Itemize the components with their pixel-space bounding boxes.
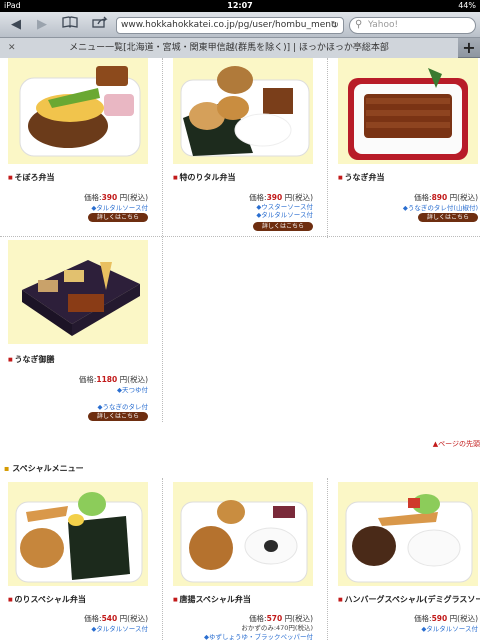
- item-note: ◆天つゆ付: [117, 386, 148, 394]
- details-button[interactable]: 詳しくはこちら: [418, 213, 478, 222]
- url-field[interactable]: www.hokkahokkatei.co.jp/pg/user/hombu_me…: [116, 17, 344, 34]
- item-name: うなぎ弁当: [338, 172, 384, 183]
- product-image: [338, 58, 478, 164]
- row-divider: [0, 236, 480, 237]
- column-divider: [327, 58, 328, 238]
- product-image: [173, 482, 313, 586]
- item-note: ◆タルタルソース付: [256, 211, 313, 219]
- item-note: ◆うなぎのタレ付(山椒付): [402, 204, 478, 212]
- search-field[interactable]: ⚲ Yahoo!: [349, 17, 476, 34]
- product-image: [338, 482, 478, 586]
- price-label: 価格:: [84, 193, 102, 202]
- price-suffix: 円(税込): [449, 614, 478, 623]
- column-divider: [162, 478, 163, 640]
- bookmarks-icon[interactable]: [60, 16, 80, 34]
- search-icon: ⚲: [355, 19, 363, 30]
- browser-toolbar: ◀ ▶ www.hokkahokkatei.co.jp/pg/user/homb…: [0, 12, 480, 38]
- item-note: ◆ゆずしょうゆ・ブラックペッパー付: [204, 633, 313, 640]
- price-suffix: 円(税込): [119, 193, 148, 202]
- price-suffix: 円(税込): [119, 614, 148, 623]
- price-label: 価格:: [414, 193, 432, 202]
- item-name: そぼろ弁当: [8, 172, 54, 183]
- details-button[interactable]: 詳しくはこちら: [253, 222, 313, 231]
- new-tab-icon[interactable]: +: [460, 39, 478, 57]
- product-image: [173, 58, 313, 164]
- close-tab-icon[interactable]: ✕: [8, 38, 16, 58]
- price-suffix: 円(税込): [449, 193, 478, 202]
- price-value: 390: [101, 193, 118, 202]
- price-value: 540: [101, 614, 118, 623]
- price-value: 1180: [96, 375, 118, 384]
- item-name: のりスペシャル弁当: [8, 594, 85, 605]
- section-heading: スペシャルメニュー: [4, 463, 83, 474]
- clock: 12:07: [227, 1, 253, 10]
- tab-menu-list[interactable]: ✕ メニュー一覧[北海道・宮城・関東甲信越(群馬を除く)] | ほっかほっか亭総…: [0, 38, 458, 58]
- product-image: [8, 240, 148, 344]
- page-top-link[interactable]: ▲ページの先頭: [433, 439, 480, 449]
- item-note: ◆タルタルソース付: [91, 625, 148, 633]
- page-content: そぼろ弁当 価格:390 円(税込) ◆タルタルソース付 詳しくはこちら 特のり…: [0, 58, 480, 640]
- item-name: ハンバーグスペシャル(デミグラスソース): [338, 594, 480, 605]
- search-placeholder: Yahoo!: [368, 20, 399, 30]
- tab-bar: ✕ メニュー一覧[北海道・宮城・関東甲信越(群馬を除く)] | ほっかほっか亭総…: [0, 38, 480, 58]
- item-note: ◆タルタルソース付: [91, 204, 148, 212]
- column-divider: [327, 478, 328, 640]
- details-button[interactable]: 詳しくはこちら: [88, 213, 148, 222]
- item-name: 唐揚スペシャル弁当: [173, 594, 250, 605]
- tab-title: メニュー一覧[北海道・宮城・関東甲信越(群馬を除く)] | ほっかほっか亭総本部: [69, 43, 389, 53]
- price-label: 価格:: [414, 614, 432, 623]
- share-icon[interactable]: [90, 16, 110, 34]
- column-divider: [162, 58, 163, 422]
- status-bar: iPad 12:07 44%: [0, 0, 480, 12]
- details-button[interactable]: 詳しくはこちら: [88, 412, 148, 421]
- battery-level: 44%: [458, 1, 476, 10]
- item-name: 特のりタル弁当: [173, 172, 235, 183]
- item-name: うなぎ御膳: [8, 354, 54, 365]
- product-image: [8, 482, 148, 586]
- back-icon[interactable]: ◀: [6, 16, 26, 34]
- forward-icon[interactable]: ▶: [32, 16, 52, 34]
- item-note: ◆タルタルソース付: [421, 625, 478, 633]
- product-image: [8, 58, 148, 164]
- reload-icon[interactable]: ↻: [331, 18, 339, 33]
- price-suffix: 円(税込): [119, 375, 148, 384]
- price-label: 価格:: [84, 614, 102, 623]
- item-note: ◆うなぎのタレ付: [97, 403, 149, 411]
- url-text: www.hokkahokkatei.co.jp/pg/user/hombu_me…: [121, 20, 337, 30]
- price-value: 590: [431, 614, 448, 623]
- price-value: 890: [431, 193, 448, 202]
- price-label: 価格:: [78, 375, 97, 384]
